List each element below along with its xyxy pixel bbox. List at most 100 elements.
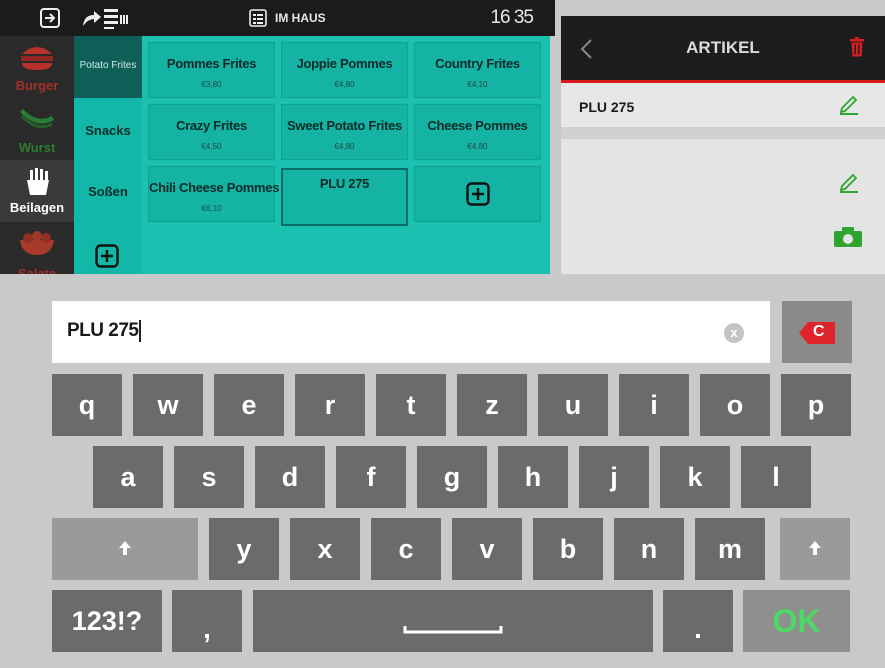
- product-tile[interactable]: Joppie Pommes €4,80: [281, 42, 408, 98]
- key-label: t: [406, 390, 416, 420]
- category-sidebar: Burger Wurst Beilagen Salate: [0, 36, 74, 274]
- clear-input-button[interactable]: x: [724, 323, 744, 343]
- key-l[interactable]: l: [741, 446, 811, 508]
- service-mode-label[interactable]: IM HAUS: [275, 11, 326, 25]
- subcategory-snacks[interactable]: Snacks: [74, 98, 142, 160]
- key-j[interactable]: j: [579, 446, 649, 508]
- key-t[interactable]: t: [376, 374, 446, 436]
- key-s[interactable]: s: [174, 446, 244, 508]
- subcategory-label: Potato Frites: [79, 60, 137, 71]
- period-key[interactable]: .: [663, 590, 733, 652]
- key-w[interactable]: w: [133, 374, 203, 436]
- key-label: e: [241, 390, 257, 420]
- space-key[interactable]: [253, 590, 653, 652]
- comma-key[interactable]: ,: [172, 590, 242, 652]
- key-label: u: [564, 390, 582, 420]
- key-b[interactable]: b: [533, 518, 603, 580]
- top-bar: IM HAUS 16 35: [0, 0, 555, 36]
- product-price: €4,80: [334, 142, 355, 151]
- article-header: ARTIKEL: [561, 16, 885, 83]
- key-label: h: [524, 462, 542, 492]
- product-price: €6,10: [201, 204, 222, 213]
- category-label: Burger: [15, 78, 59, 93]
- key-h[interactable]: h: [498, 446, 568, 508]
- category-salate[interactable]: Salate: [0, 222, 74, 274]
- product-tile[interactable]: Crazy Frites €4,50: [148, 104, 275, 160]
- key-a[interactable]: a: [93, 446, 163, 508]
- product-name: Country Frites: [435, 56, 520, 71]
- logout-icon[interactable]: [38, 6, 62, 30]
- key-i[interactable]: i: [619, 374, 689, 436]
- key-k[interactable]: k: [660, 446, 730, 508]
- input-value: PLU 275: [67, 320, 142, 342]
- subcategory-label: Snacks: [85, 123, 131, 138]
- product-tile-selected[interactable]: PLU 275: [281, 168, 408, 226]
- category-burger[interactable]: Burger: [0, 36, 74, 98]
- product-tile[interactable]: Sweet Potato Frites €4,80: [281, 104, 408, 160]
- sausage-icon: [20, 109, 54, 129]
- product-name: Joppie Pommes: [296, 56, 393, 71]
- delete-article-button[interactable]: [849, 37, 865, 62]
- key-label: b: [559, 534, 577, 564]
- product-tile[interactable]: Pommes Frites €3,80: [148, 42, 275, 98]
- table-list-icon[interactable]: [248, 6, 268, 30]
- category-label: Wurst: [18, 140, 56, 155]
- product-grid: Pommes Frites €3,80 Joppie Pommes €4,80 …: [142, 36, 550, 274]
- numbers-key[interactable]: 123!?: [52, 590, 162, 652]
- key-u[interactable]: u: [538, 374, 608, 436]
- key-m[interactable]: m: [695, 518, 765, 580]
- period-key-label: .: [694, 614, 702, 644]
- pencil-icon: [839, 95, 858, 115]
- key-y[interactable]: y: [209, 518, 279, 580]
- article-item-row[interactable]: PLU 275: [561, 83, 885, 127]
- key-label: y: [236, 534, 252, 564]
- key-x[interactable]: x: [290, 518, 360, 580]
- product-price: €4,10: [467, 80, 488, 89]
- key-c[interactable]: c: [371, 518, 441, 580]
- key-label: z: [485, 390, 499, 420]
- key-g[interactable]: g: [417, 446, 487, 508]
- key-label: x: [317, 534, 333, 564]
- product-name: PLU 275: [319, 176, 370, 191]
- subcategory-potato-frites[interactable]: Potato Frites: [74, 36, 142, 98]
- article-title: ARTIKEL: [686, 38, 760, 57]
- key-z[interactable]: z: [457, 374, 527, 436]
- shift-right-key[interactable]: [780, 518, 850, 580]
- pencil-icon: [839, 173, 858, 193]
- backspace-key[interactable]: C: [782, 301, 852, 363]
- key-label: a: [120, 462, 136, 492]
- key-e[interactable]: e: [214, 374, 284, 436]
- clock: 16 35: [490, 7, 534, 28]
- product-tile[interactable]: Country Frites €4,10: [414, 42, 541, 98]
- product-tile[interactable]: Chili Cheese Pommes €6,10: [148, 166, 279, 222]
- divider: [561, 127, 885, 139]
- key-v[interactable]: v: [452, 518, 522, 580]
- edit-details-button[interactable]: [838, 171, 860, 198]
- category-label: Salate: [17, 266, 57, 274]
- key-label: f: [366, 462, 376, 492]
- key-f[interactable]: f: [336, 446, 406, 508]
- camera-button[interactable]: [833, 226, 863, 253]
- add-subcategory-button[interactable]: [95, 244, 119, 268]
- add-product-button[interactable]: [414, 166, 541, 222]
- category-wurst[interactable]: Wurst: [0, 98, 74, 160]
- edit-item-button[interactable]: [838, 93, 860, 120]
- key-d[interactable]: d: [255, 446, 325, 508]
- arrow-up-icon: [119, 541, 131, 555]
- subcategory-sossen[interactable]: Soßen: [74, 160, 142, 222]
- order-transfer-icon[interactable]: [80, 6, 130, 30]
- category-beilagen[interactable]: Beilagen: [0, 160, 74, 222]
- category-label: Beilagen: [9, 200, 65, 215]
- product-tile[interactable]: Cheese Pommes €4,80: [414, 104, 541, 160]
- key-p[interactable]: p: [781, 374, 851, 436]
- text-input[interactable]: PLU 275 x: [52, 301, 770, 363]
- key-n[interactable]: n: [614, 518, 684, 580]
- subcategory-column: Potato Frites Snacks Soßen: [74, 36, 142, 274]
- shift-left-key[interactable]: [52, 518, 198, 580]
- key-r[interactable]: r: [295, 374, 365, 436]
- plus-icon: [465, 182, 490, 206]
- key-q[interactable]: q: [52, 374, 122, 436]
- product-name: Sweet Potato Frites: [287, 118, 402, 133]
- key-o[interactable]: o: [700, 374, 770, 436]
- ok-key[interactable]: OK: [743, 590, 850, 652]
